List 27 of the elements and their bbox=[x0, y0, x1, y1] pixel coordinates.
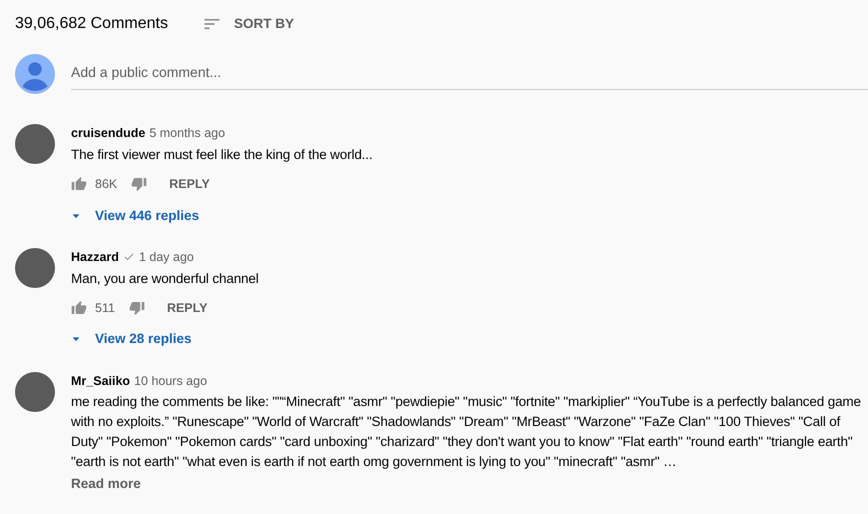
thumbs-down-icon[interactable] bbox=[128, 300, 145, 316]
comment-time[interactable]: 5 months ago bbox=[149, 124, 226, 143]
comment-input-field[interactable]: Add a public comment... bbox=[71, 58, 868, 90]
avatar-photo-placeholder bbox=[15, 124, 55, 164]
comment-text: The first viewer must feel like the king of the world... bbox=[71, 146, 374, 164]
thumbs-up-icon[interactable] bbox=[71, 176, 87, 192]
reply-button[interactable]: REPLY bbox=[152, 298, 208, 318]
thumbs-up-icon[interactable] bbox=[71, 300, 87, 316]
read-more-link[interactable]: Read more bbox=[71, 474, 141, 494]
comment-text: me reading the comments be like: ""“Minecraft" "asmr" "pewdiepie" "music" "fortnite" "markiplier" “YouTube is a perfectly balanced game with no exploits.” "Runescape" "World of Warcraft" "Shadowlands" "Dream" "MrBeast" "Warzone" "FaZe Clan" "100 Thieves" "Call of Duty" "Pokemon" "Pokemon cards" "card unboxing" "charizard" "they don't want you to know" "Flat earth" "round earth" "triangle earth" "earth is not earth" "what even is earth if not earth omg government is lying to you" "minecraft" "asmr" … bbox=[71, 393, 862, 472]
comment-count: 39,06,682 Comments bbox=[15, 14, 168, 34]
avatar-photo-placeholder bbox=[15, 372, 55, 412]
view-replies-button[interactable]: View 28 replies bbox=[71, 329, 192, 350]
comment-time[interactable]: 1 day ago bbox=[138, 248, 194, 266]
thumbs-down-icon[interactable] bbox=[131, 176, 148, 192]
avatar-photo-placeholder bbox=[15, 248, 55, 288]
like-count: 86K bbox=[95, 176, 118, 193]
comment-time[interactable]: 10 hours ago bbox=[134, 372, 208, 390]
view-replies-button[interactable]: View 446 replies bbox=[71, 206, 200, 226]
like-count: 511 bbox=[95, 300, 115, 316]
author-name[interactable]: Mr_Saiiko bbox=[71, 372, 130, 390]
author-name[interactable]: Hazzard bbox=[71, 248, 119, 266]
sort-button[interactable]: SORT BY bbox=[202, 14, 294, 34]
author-name[interactable]: cruisendude bbox=[71, 124, 146, 143]
reply-button[interactable]: REPLY bbox=[155, 174, 210, 194]
comment-text: Man, you are wonderful channel bbox=[71, 270, 260, 288]
user-avatar-icon bbox=[15, 54, 55, 94]
